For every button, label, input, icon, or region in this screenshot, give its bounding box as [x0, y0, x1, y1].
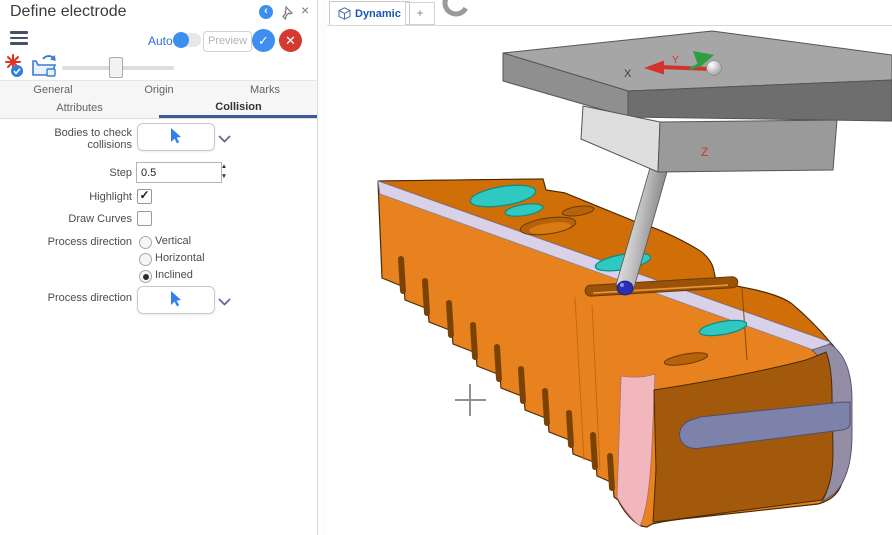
axis-y-label: Y [672, 55, 679, 66]
tab-general[interactable]: General [0, 81, 106, 100]
viewport-tab-bar: Dynamic + [327, 0, 892, 26]
draw-curves-label: Draw Curves [0, 213, 132, 225]
radio-horizontal[interactable] [139, 253, 152, 266]
scene-canvas[interactable]: Z X Y [327, 25, 892, 535]
radio-inclined-label[interactable]: Inclined [155, 269, 193, 281]
cancel-button[interactable]: ✕ [279, 29, 302, 52]
x-axis-shaft [660, 67, 710, 69]
tab-dynamic[interactable]: Dynamic [329, 1, 410, 25]
step-input[interactable] [136, 162, 222, 183]
radio-vertical-label[interactable]: Vertical [155, 235, 191, 247]
collapse-panel-icon[interactable]: ‹ [259, 5, 273, 19]
step-label: Step [0, 167, 132, 179]
axis-z-label: Z [701, 145, 708, 159]
process-direction2-label: Process direction [0, 292, 132, 304]
radio-vertical[interactable] [139, 236, 152, 249]
draw-curves-checkbox[interactable] [137, 211, 152, 226]
tab-row-bottom: Attributes Collision [0, 99, 318, 119]
tab-attributes[interactable]: Attributes [0, 99, 159, 118]
crosshair-cursor [455, 384, 486, 416]
tab-origin[interactable]: Origin [106, 81, 212, 100]
tab-dynamic-label: Dynamic [355, 8, 401, 20]
auto-toggle[interactable] [174, 33, 201, 47]
process-chevron-down-icon[interactable] [218, 293, 231, 311]
graphics-viewport: Dynamic + [327, 0, 892, 535]
radio-horizontal-label[interactable]: Horizontal [155, 252, 205, 264]
step-spin-down-icon[interactable]: ▼ [219, 174, 229, 180]
pin-icon[interactable] [282, 6, 294, 25]
axis-x-label: X [624, 68, 632, 80]
cube-icon [338, 7, 351, 20]
cursor-arrow-icon [169, 291, 183, 308]
bodies-to-check-label: Bodies to check collisions [0, 127, 132, 151]
close-panel-icon[interactable]: × [301, 2, 309, 18]
tab-marks[interactable]: Marks [212, 81, 318, 100]
highlight-checkbox[interactable]: ✓ [137, 189, 152, 204]
menu-icon[interactable] [10, 31, 28, 48]
preview-button[interactable]: Preview [203, 31, 252, 52]
spark-check-icon[interactable] [4, 53, 31, 83]
size-slider-handle[interactable] [109, 57, 123, 78]
auto-toggle-label: Auto [148, 34, 173, 48]
toggle-knob[interactable] [173, 32, 189, 48]
ok-button[interactable]: ✓ [252, 29, 275, 52]
bodies-picker-button[interactable] [137, 123, 215, 151]
bodies-chevron-down-icon[interactable] [218, 130, 231, 148]
new-view-tab[interactable]: + [405, 2, 435, 25]
tab-row-top: General Origin Marks [0, 80, 318, 100]
open-folder-icon[interactable] [31, 53, 59, 83]
panel-title: Define electrode [10, 3, 127, 21]
holder-plate[interactable] [503, 31, 892, 121]
rotate-indicator-icon [441, 0, 471, 25]
rod-tip [617, 281, 633, 295]
highlight-label: Highlight [0, 191, 132, 203]
cursor-arrow-icon [169, 128, 183, 145]
electrode-part[interactable] [378, 179, 852, 527]
process-direction-label: Process direction [0, 236, 132, 248]
define-electrode-panel: Define electrode ‹ × Auto Preview ✓ ✕ [0, 0, 318, 535]
radio-inclined[interactable] [139, 270, 152, 283]
step-spin-up-icon[interactable]: ▲ [219, 164, 229, 170]
process-direction-picker-button[interactable] [137, 286, 215, 314]
tab-collision[interactable]: Collision [159, 99, 318, 118]
origin-sphere [707, 61, 722, 76]
application-window: Define electrode ‹ × Auto Preview ✓ ✕ [0, 0, 892, 535]
rod-tip-highlight [620, 283, 624, 287]
